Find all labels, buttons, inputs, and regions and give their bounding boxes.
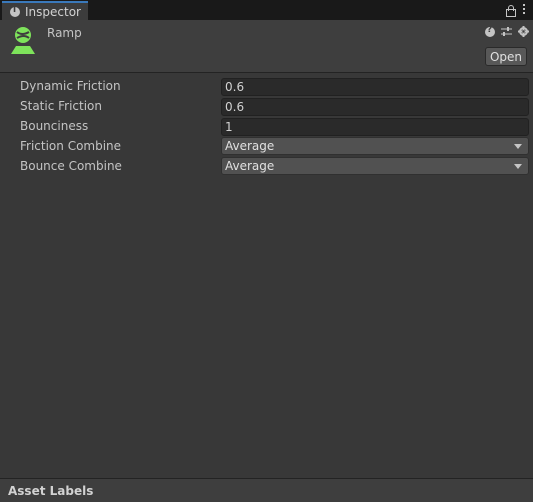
bounce-combine-label: Bounce Combine	[20, 159, 122, 173]
tab-inspector-label: Inspector	[25, 4, 81, 19]
kebab-menu-icon[interactable]	[523, 3, 525, 14]
bounciness-label: Bounciness	[20, 119, 89, 133]
property-row-static-friction: Static Friction 0.6	[0, 97, 533, 117]
open-button[interactable]: Open	[485, 47, 527, 66]
friction-combine-value: Average	[225, 139, 275, 153]
dynamic-friction-label: Dynamic Friction	[20, 79, 121, 93]
bounce-combine-value: Average	[225, 159, 275, 173]
friction-combine-dropdown[interactable]: Average	[221, 137, 529, 155]
static-friction-label: Static Friction	[20, 99, 103, 113]
preset-sliders-icon[interactable]	[501, 26, 512, 37]
info-icon	[10, 5, 20, 17]
chevron-down-icon	[514, 164, 522, 169]
property-row-bounciness: Bounciness 1	[0, 117, 533, 137]
physic-material-icon	[11, 27, 35, 54]
asset-name: Ramp	[47, 26, 82, 40]
property-row-bounce-combine: Bounce Combine Average	[0, 157, 533, 177]
help-icon[interactable]	[485, 25, 495, 37]
property-row-dynamic-friction: Dynamic Friction 0.6	[0, 77, 533, 97]
tab-inspector[interactable]: Inspector	[2, 1, 88, 20]
dynamic-friction-field[interactable]: 0.6	[221, 78, 529, 96]
property-row-friction-combine: Friction Combine Average	[0, 137, 533, 157]
friction-combine-label: Friction Combine	[20, 139, 122, 153]
header-icons	[485, 25, 529, 37]
properties-panel: Dynamic Friction 0.6 Static Friction 0.6…	[0, 77, 533, 177]
asset-header: Ramp Open	[0, 20, 533, 73]
chevron-down-icon	[514, 144, 522, 149]
tab-bar: Inspector	[0, 0, 533, 20]
lock-icon[interactable]	[506, 5, 516, 17]
asset-labels-title: Asset Labels	[8, 484, 94, 498]
inspector-window: Inspector Ramp	[0, 0, 533, 502]
bounciness-field[interactable]: 1	[221, 118, 529, 136]
bounce-combine-dropdown[interactable]: Average	[221, 157, 529, 175]
static-friction-field[interactable]: 0.6	[221, 98, 529, 116]
asset-labels-bar[interactable]: Asset Labels	[0, 478, 533, 502]
gear-icon[interactable]	[518, 26, 529, 37]
tabbar-actions	[506, 2, 525, 17]
